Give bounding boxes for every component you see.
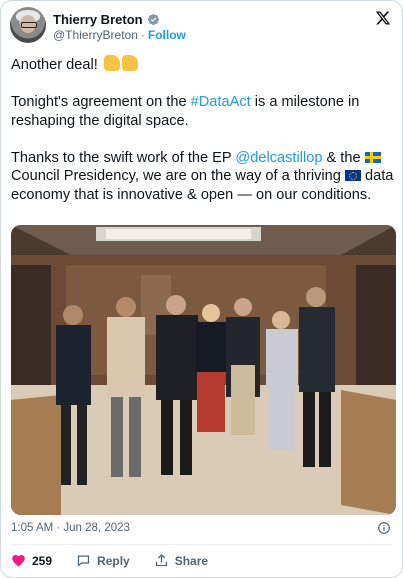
heart-icon — [12, 555, 25, 567]
mention-link[interactable]: @delcastillop — [235, 150, 322, 166]
verified-badge-icon — [147, 13, 159, 26]
author-handle-row: @ThierryBreton · Follow — [53, 28, 186, 42]
reply-button[interactable]: Reply — [76, 553, 130, 568]
info-icon[interactable] — [377, 521, 391, 535]
group-photo-illustration — [11, 225, 396, 515]
tweet-paragraph-2: Tonight's agreement on the #DataAct is a… — [11, 93, 396, 130]
tweet-text: Another deal! Tonight's agreement on the… — [11, 55, 396, 223]
avatar[interactable] — [10, 7, 46, 43]
reply-label: Reply — [97, 553, 130, 568]
action-bar: 259 Reply Share — [11, 553, 208, 568]
tweet-photo[interactable] — [11, 225, 396, 515]
follow-button[interactable]: Follow — [148, 28, 186, 42]
tweet-paragraph-1: Another deal! — [11, 55, 396, 75]
thumbs-up-icon — [103, 55, 120, 71]
tweet-text-segment: Tonight's agreement on the — [11, 94, 191, 110]
x-logo-icon[interactable] — [375, 10, 391, 26]
eu-flag-icon — [344, 170, 361, 181]
author-handle[interactable]: @ThierryBreton — [53, 28, 138, 42]
share-button[interactable]: Share — [154, 553, 208, 568]
tweet-line-1: Another deal! — [11, 57, 98, 73]
divider — [11, 544, 392, 545]
hashtag-link[interactable]: #DataAct — [191, 94, 251, 110]
tweet-paragraph-3: Thanks to the swift work of the EP @delc… — [11, 149, 396, 205]
author-name[interactable]: Thierry Breton — [53, 12, 143, 27]
share-icon — [155, 553, 167, 567]
separator-dot: · — [140, 28, 145, 42]
like-button[interactable]: 259 — [11, 553, 52, 568]
tweet-text-segment: Thanks to the swift work of the EP — [11, 149, 236, 166]
tweet-card: Thierry Breton @ThierryBreton · Follow A… — [0, 0, 403, 578]
timestamp[interactable]: 1:05 AM · Jun 28, 2023 — [11, 522, 130, 534]
thumbs-up-icon — [121, 55, 138, 71]
reply-bubble-icon — [77, 555, 90, 567]
sweden-flag-icon — [364, 151, 381, 163]
tweet-text-segment: Council Presidency, we are on the way of… — [11, 168, 345, 184]
like-count: 259 — [32, 553, 53, 568]
author-name-row[interactable]: Thierry Breton — [53, 12, 160, 27]
tweet-text-segment: & the — [322, 149, 365, 166]
share-label: Share — [174, 553, 209, 568]
